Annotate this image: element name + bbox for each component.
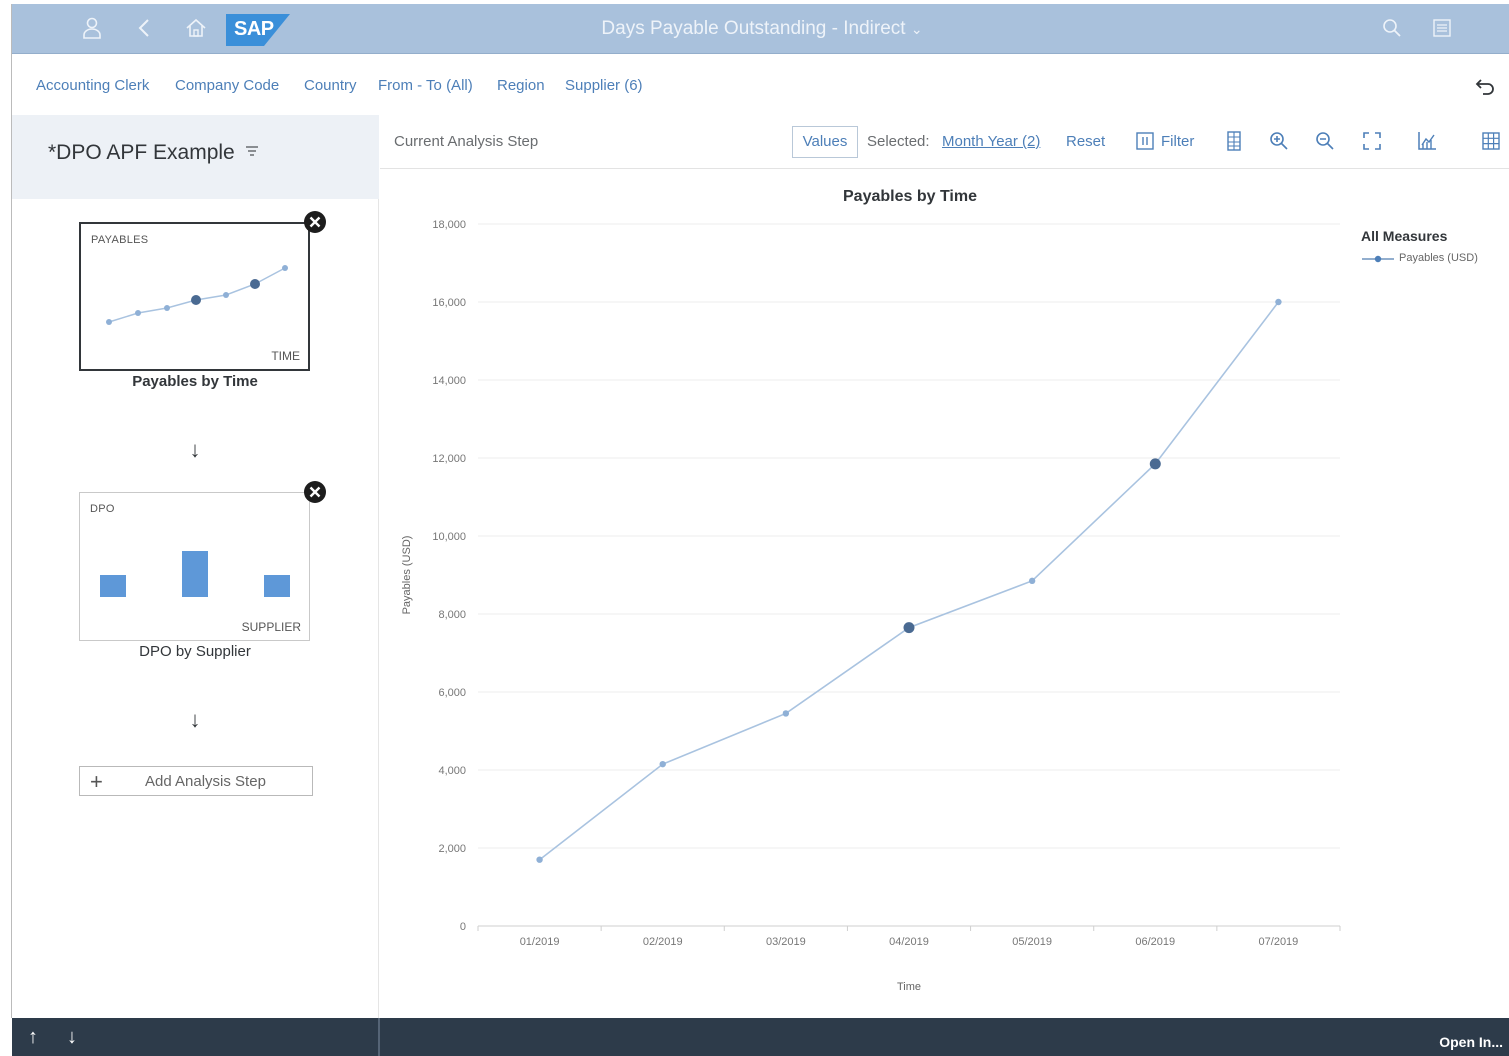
filter-region[interactable]: Region (497, 77, 545, 94)
card-ylabel: DPO (90, 503, 115, 515)
analysis-path-header: *DPO APF Example (12, 115, 379, 199)
close-step-icon[interactable] (303, 210, 327, 234)
y-tick-label: 18,000 (432, 219, 466, 231)
shell-bar: SAP Days Payable Outstanding - Indirect … (12, 4, 1509, 54)
filter-from-to[interactable]: From - To (All) (378, 77, 473, 94)
step-card-payables-by-time[interactable]: PAYABLES TIME (79, 222, 310, 371)
y-axis-title: Payables (USD) (401, 536, 413, 615)
undo-icon[interactable] (1475, 75, 1497, 97)
current-step-label: Current Analysis Step (394, 133, 539, 150)
series-line (539, 301, 1280, 861)
add-analysis-step-button[interactable]: + Add Analysis Step (79, 766, 313, 796)
chart-type-icon[interactable] (1416, 130, 1438, 152)
filter-company-code[interactable]: Company Code (175, 77, 279, 94)
user-icon[interactable] (80, 16, 104, 40)
x-tick-label: 07/2019 (1259, 936, 1299, 948)
y-tick-label: 14,000 (432, 375, 466, 387)
selected-data-point[interactable] (903, 622, 915, 634)
chart-toolbar: Current Analysis Step Values Selected: M… (380, 115, 1509, 169)
y-tick-label: 8,000 (438, 609, 466, 621)
main-content: Current Analysis Step Values Selected: M… (380, 115, 1509, 1018)
x-tick-label: 06/2019 (1135, 936, 1175, 948)
step-card-dpo-by-supplier[interactable]: DPO SUPPLIER (79, 492, 310, 641)
filter-bar: Accounting Clerk Company Code Country Fr… (12, 55, 1509, 115)
zoom-out-icon[interactable] (1314, 130, 1336, 152)
grid-view-icon[interactable] (1480, 130, 1502, 152)
data-point[interactable] (1275, 298, 1282, 306)
table-view-icon[interactable] (1223, 130, 1245, 152)
y-tick-label: 12,000 (432, 453, 466, 465)
app-title-text: Days Payable Outstanding - Indirect (601, 18, 906, 39)
y-tick-label: 16,000 (432, 297, 466, 309)
menu-icon[interactable] (1430, 16, 1454, 40)
data-point[interactable] (782, 710, 790, 717)
app-title[interactable]: Days Payable Outstanding - Indirect ⌄ (572, 18, 952, 40)
card-xlabel: SUPPLIER (241, 620, 301, 634)
y-tick-label: 0 (460, 921, 466, 933)
path-menu-icon[interactable] (244, 143, 260, 159)
bar-thumbnail (100, 551, 290, 597)
filter-accounting-clerk[interactable]: Accounting Clerk (36, 77, 149, 94)
fullscreen-icon[interactable] (1361, 130, 1383, 152)
filter-icon (1136, 132, 1154, 150)
arrow-down-icon: ↓ (189, 437, 201, 462)
footer-divider (378, 1018, 380, 1056)
selected-link[interactable]: Month Year (2) (942, 133, 1040, 150)
card-xlabel: TIME (271, 349, 300, 363)
x-tick-label: 01/2019 (520, 936, 560, 948)
y-tick-label: 2,000 (438, 843, 466, 855)
x-tick-label: 03/2019 (766, 936, 806, 948)
line-thumbnail (106, 265, 288, 325)
y-tick-label: 4,000 (438, 765, 466, 777)
x-tick-label: 02/2019 (643, 936, 683, 948)
values-button[interactable]: Values (792, 126, 858, 158)
analysis-path-panel: *DPO APF Example PAYABLES TIME Payables … (12, 115, 379, 1018)
open-in-button[interactable]: Open In... (1439, 1034, 1503, 1050)
x-tick-label: 05/2019 (1012, 936, 1052, 948)
logo-text: SAP (234, 18, 274, 40)
analysis-path-title: *DPO APF Example (48, 141, 235, 164)
filter-supplier[interactable]: Supplier (6) (565, 77, 643, 94)
x-axis-title: Time (897, 981, 921, 993)
reset-button[interactable]: Reset (1066, 133, 1105, 150)
y-tick-label: 10,000 (432, 531, 466, 543)
close-step-icon[interactable] (303, 480, 327, 504)
search-icon[interactable] (1380, 16, 1404, 40)
home-icon[interactable] (184, 16, 208, 40)
y-tick-label: 6,000 (438, 687, 466, 699)
data-point[interactable] (659, 760, 666, 768)
filter-label: Filter (1161, 133, 1195, 150)
selected-label: Selected: (867, 133, 930, 150)
plus-icon: + (90, 769, 103, 794)
x-tick-label: 04/2019 (889, 936, 929, 948)
arrow-down-icon: ↓ (189, 707, 201, 732)
filter-country[interactable]: Country (304, 77, 357, 94)
move-down-icon[interactable]: ↓ (67, 1026, 77, 1049)
card-ylabel: PAYABLES (91, 234, 149, 246)
step-title-dpo-by-supplier: DPO by Supplier (139, 643, 251, 660)
sap-logo: SAP (226, 14, 290, 46)
add-analysis-step-label: Add Analysis Step (145, 773, 266, 790)
data-point[interactable] (1028, 577, 1036, 585)
footer-bar: ↑ ↓ Open In... (12, 1018, 1509, 1056)
move-up-icon[interactable]: ↑ (28, 1026, 38, 1049)
chevron-down-icon[interactable]: ⌄ (911, 21, 923, 37)
data-point[interactable] (536, 856, 543, 863)
filter-button[interactable]: Filter (1135, 131, 1194, 153)
zoom-in-icon[interactable] (1268, 130, 1290, 152)
selected-data-point[interactable] (1149, 458, 1161, 470)
step-title-payables-by-time: Payables by Time (132, 373, 258, 390)
back-icon[interactable] (132, 16, 156, 40)
chart-area: Payables by Time All Measures Payables (… (380, 170, 1509, 1018)
line-chart: 0 2,000 4,000 6,000 8,000 10,000 12,000 14,000 1… (401, 219, 1341, 993)
